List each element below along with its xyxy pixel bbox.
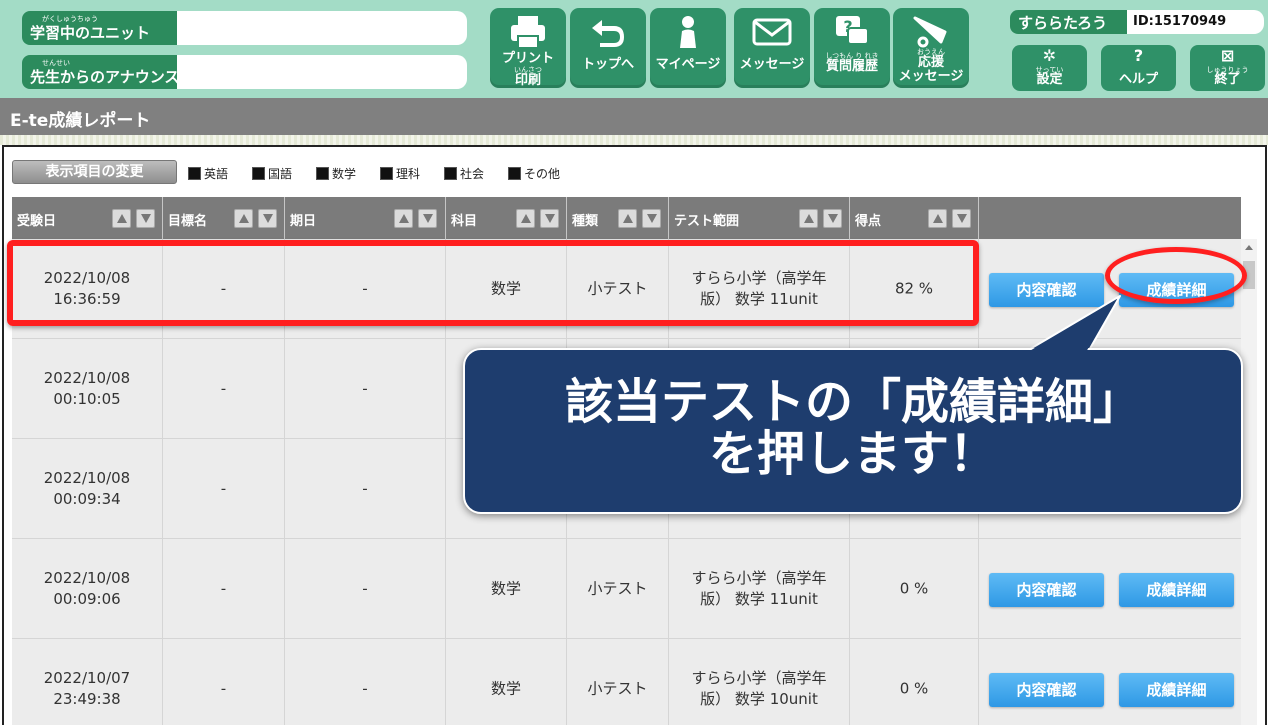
callout-pointer-join — [1028, 299, 1117, 352]
page: がくしゅうちゅう 学習中のユニット せんせい 先生からのアナウンス プリント い… — [0, 0, 1268, 725]
